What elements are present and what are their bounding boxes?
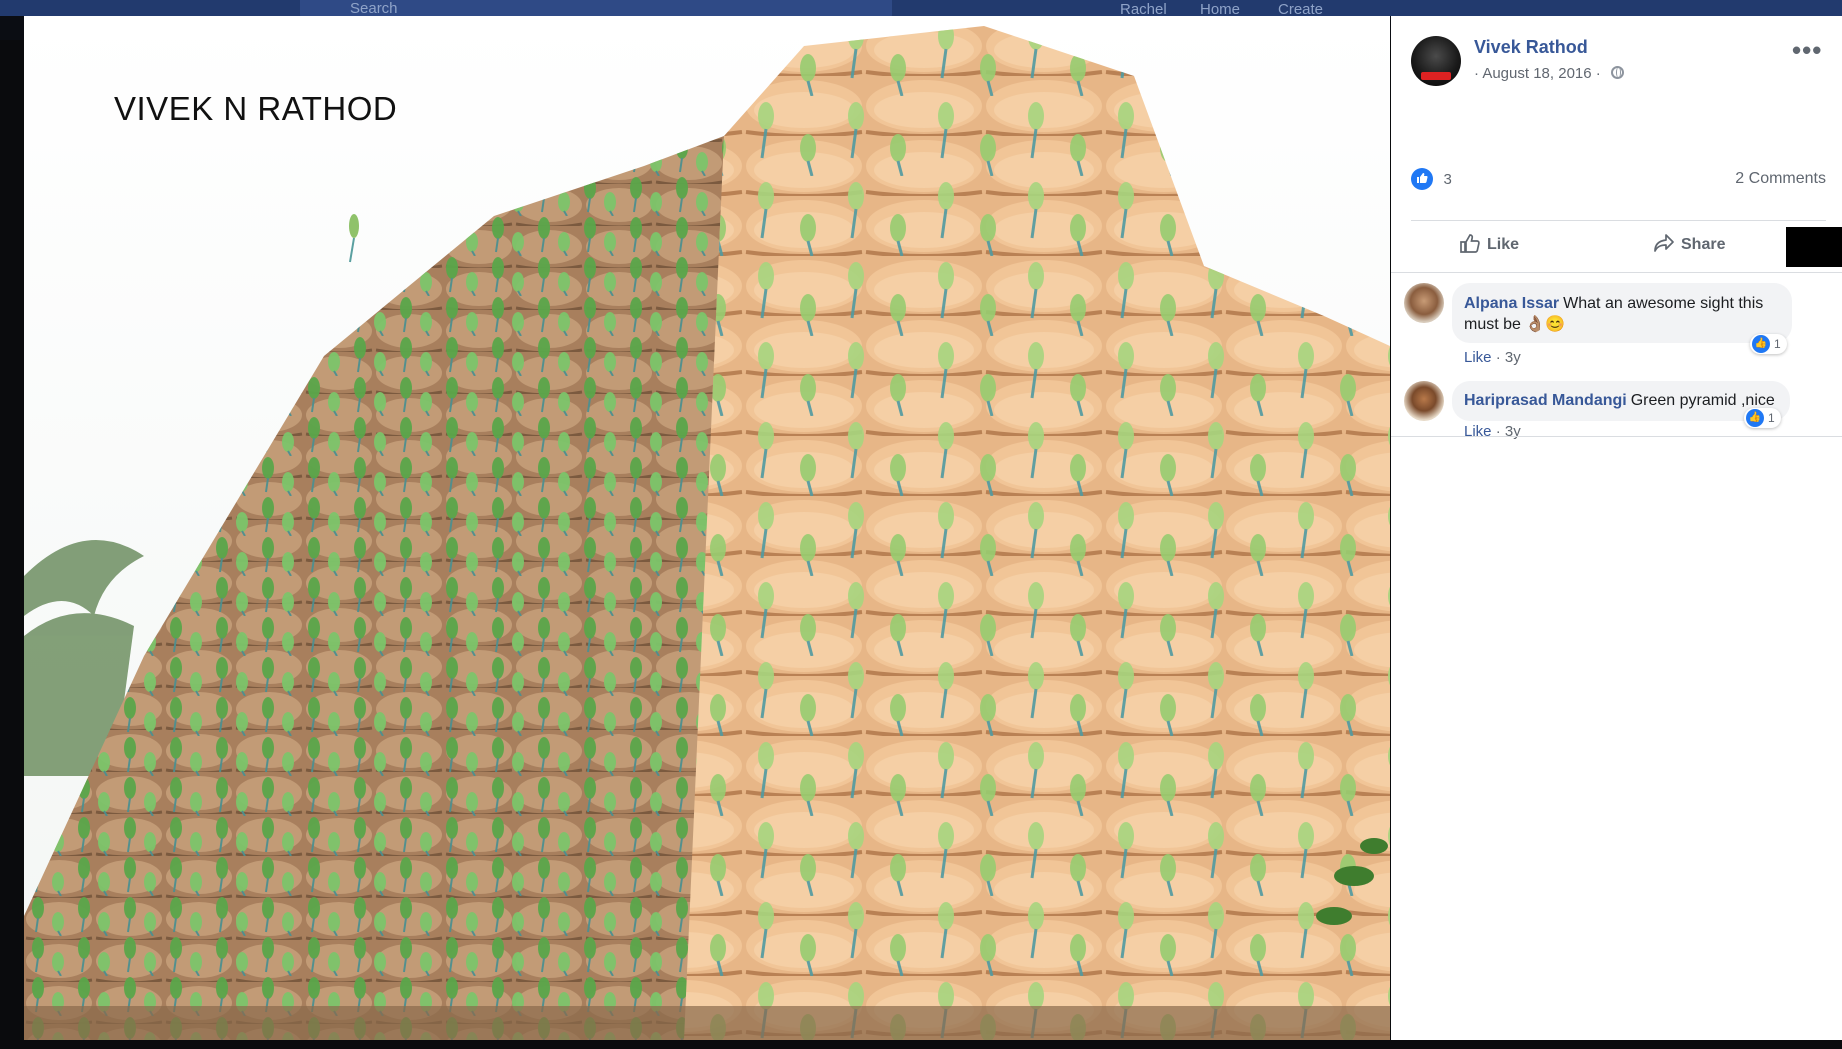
commenter-name-link[interactable]: Hariprasad Mandangi: [1464, 392, 1627, 409]
post-details-panel: Vivek Rathod · August 18, 2016 · ••• 3 2…: [1391, 16, 1842, 1040]
more-options-icon[interactable]: •••: [1792, 37, 1822, 63]
globe-icon: [1610, 66, 1624, 79]
like-reaction-icon[interactable]: [1411, 168, 1433, 190]
comment-reaction-count: 1: [1774, 337, 1781, 351]
thumbs-up-icon: [1460, 234, 1480, 253]
divider: [1391, 436, 1842, 437]
share-arrow-icon: [1654, 234, 1674, 252]
commenter-avatar[interactable]: [1404, 381, 1444, 421]
comment-item: Hariprasad Mandangi Green pyramid ,nice 👍…: [1404, 381, 1834, 441]
like-button[interactable]: Like: [1459, 224, 1519, 266]
comment-reaction-badge[interactable]: 👍 1: [1744, 408, 1781, 428]
comment-bubble: Alpana Issar What an awesome sight this m…: [1452, 283, 1792, 343]
author-name-link[interactable]: Vivek Rathod: [1474, 37, 1588, 58]
post-stats-bar: 3 2 Comments: [1411, 168, 1826, 200]
divider: [1411, 220, 1826, 221]
share-button[interactable]: Share: [1653, 224, 1725, 266]
comment-reaction-badge[interactable]: 👍 1: [1750, 334, 1787, 354]
like-button-label: Like: [1487, 236, 1520, 253]
post-date-link[interactable]: · August 18, 2016 ·: [1474, 65, 1601, 82]
comment-text: Green pyramid ,nice: [1630, 392, 1775, 409]
post-actions: Like Share: [1411, 224, 1842, 267]
redacted-button-area: [1786, 227, 1842, 267]
comment-age[interactable]: · 3y: [1496, 423, 1521, 440]
comment-age[interactable]: · 3y: [1496, 349, 1521, 366]
reactions-count[interactable]: 3: [1443, 171, 1451, 188]
parrots-on-sacks-image: [24, 16, 1390, 1040]
share-button-label: Share: [1681, 236, 1726, 253]
comment-footer: Like · 3y: [1464, 423, 1521, 440]
like-reaction-icon: 👍: [1752, 335, 1770, 353]
post-meta: · August 18, 2016 ·: [1474, 65, 1624, 82]
comment-like-link[interactable]: Like: [1464, 423, 1492, 440]
comment-footer: Like · 3y: [1464, 349, 1521, 366]
commenter-name-link[interactable]: Alpana Issar: [1464, 295, 1559, 312]
comment-item: Alpana Issar What an awesome sight this m…: [1404, 283, 1834, 366]
comment-reaction-count: 1: [1768, 411, 1775, 425]
post-photo[interactable]: VIVEK N RATHOD: [24, 16, 1390, 1040]
photo-watermark: VIVEK N RATHOD: [114, 90, 398, 127]
comment-like-link[interactable]: Like: [1464, 349, 1492, 366]
comment-bubble: Hariprasad Mandangi Green pyramid ,nice: [1452, 381, 1790, 421]
like-reaction-icon: 👍: [1746, 409, 1764, 427]
divider: [1391, 272, 1842, 273]
comments-count-link[interactable]: 2 Comments: [1735, 170, 1826, 188]
author-avatar[interactable]: [1411, 36, 1461, 86]
commenter-avatar[interactable]: [1404, 283, 1444, 323]
